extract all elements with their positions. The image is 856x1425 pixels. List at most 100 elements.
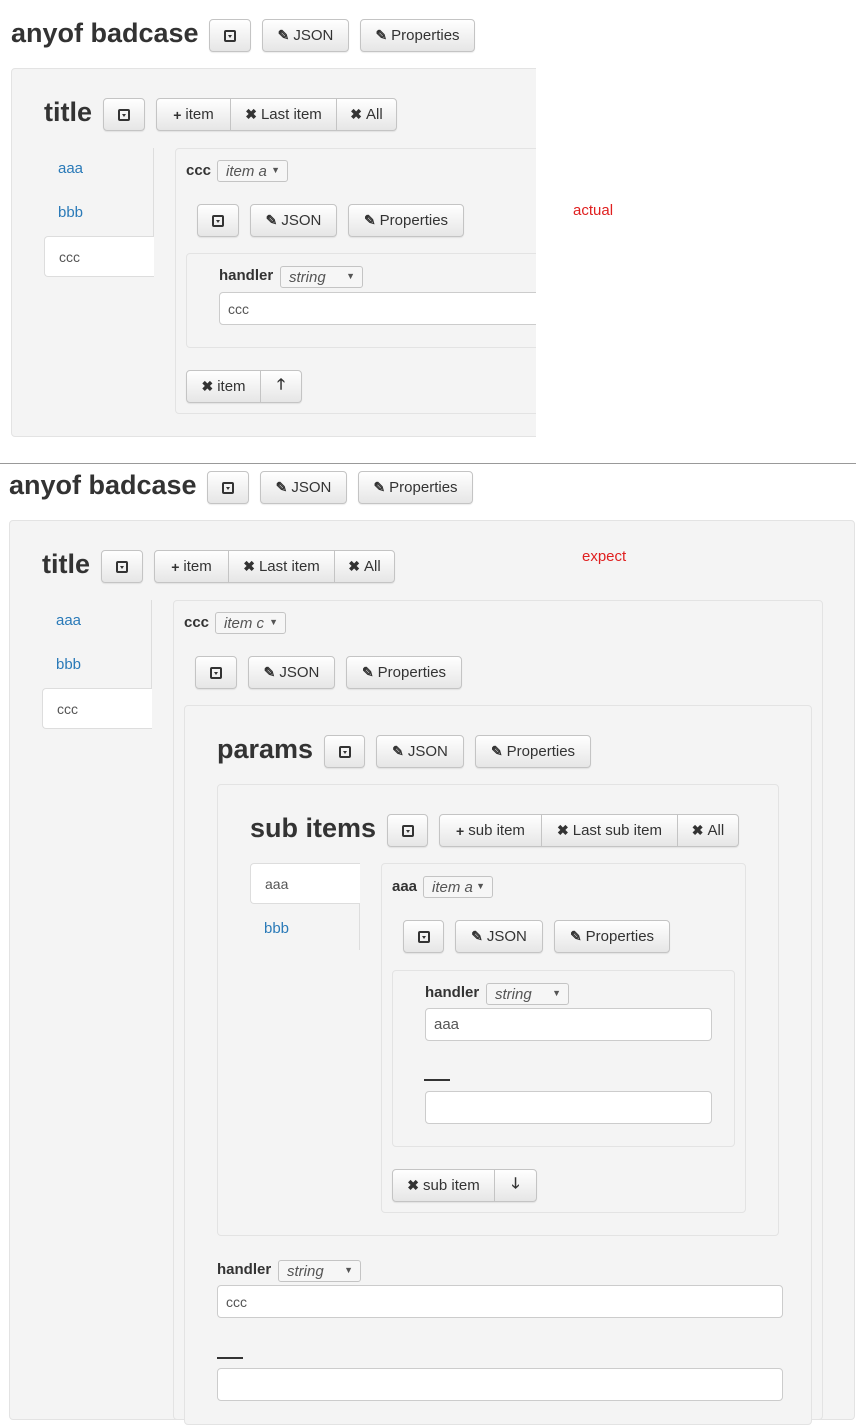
array-actions: + item ✖ Last item ✖ All bbox=[154, 550, 395, 583]
plus-icon: + bbox=[171, 558, 180, 575]
collapse-icon bbox=[401, 824, 414, 837]
caret-down-icon: ▼ bbox=[271, 165, 280, 175]
collapse-button[interactable] bbox=[209, 19, 251, 52]
json-button[interactable]: ✎ JSON bbox=[455, 920, 543, 953]
handler-input[interactable]: ccc bbox=[217, 1285, 783, 1318]
sub-item-type-select[interactable]: item a ▼ bbox=[423, 876, 493, 898]
tab-ccc[interactable]: ccc bbox=[44, 236, 154, 277]
close-icon: ✖ bbox=[201, 378, 214, 394]
sub-item-actions: ✖ sub item 🡓 bbox=[392, 1169, 537, 1202]
item-type-select[interactable]: item c ▼ bbox=[215, 612, 286, 634]
actual-note: actual bbox=[573, 202, 614, 219]
json-button[interactable]: ✎ JSON bbox=[262, 19, 349, 52]
remove-all-button[interactable]: ✖ All bbox=[678, 815, 738, 846]
remove-last-item-button[interactable]: ✖ Last item bbox=[231, 99, 337, 130]
tab-bbb[interactable]: bbb bbox=[58, 204, 83, 221]
properties-button[interactable]: ✎ Properties bbox=[358, 471, 473, 504]
caret-down-icon: ▼ bbox=[552, 988, 561, 998]
array-title: title bbox=[44, 97, 93, 127]
move-up-button[interactable]: 🡑 bbox=[261, 371, 301, 402]
delete-item-button[interactable]: ✖ item bbox=[187, 371, 261, 402]
add-sub-item-button[interactable]: + sub item bbox=[440, 815, 542, 846]
pencil-icon: ✎ bbox=[263, 664, 276, 680]
tab-ccc[interactable]: ccc bbox=[42, 688, 152, 729]
handler-type-select[interactable]: string ▼ bbox=[486, 983, 569, 1005]
handler-type-select[interactable]: string ▼ bbox=[278, 1260, 361, 1282]
handler-label: handler bbox=[217, 1261, 272, 1278]
pencil-icon: ✎ bbox=[375, 27, 388, 43]
remove-all-button[interactable]: ✖ All bbox=[335, 551, 394, 582]
item-type-select[interactable]: item a ▼ bbox=[217, 160, 288, 182]
collapse-button[interactable] bbox=[207, 471, 249, 504]
move-down-button[interactable]: 🡓 bbox=[495, 1170, 536, 1201]
tab-divider bbox=[359, 904, 360, 950]
pencil-icon: ✎ bbox=[265, 212, 278, 228]
collapse-button[interactable] bbox=[195, 656, 237, 689]
blank-field-label bbox=[424, 1079, 450, 1081]
collapse-button[interactable] bbox=[101, 550, 143, 583]
blank-field-input[interactable] bbox=[425, 1091, 712, 1124]
json-button[interactable]: ✎ JSON bbox=[248, 656, 335, 689]
close-icon: ✖ bbox=[691, 822, 704, 838]
tab-aaa[interactable]: aaa bbox=[58, 160, 83, 177]
array-title: title bbox=[42, 549, 91, 579]
properties-button[interactable]: ✎ Properties bbox=[360, 19, 475, 52]
pencil-icon: ✎ bbox=[363, 212, 376, 228]
add-item-button[interactable]: + item bbox=[155, 551, 229, 582]
caret-down-icon: ▼ bbox=[476, 881, 485, 891]
blank-field-label bbox=[217, 1357, 243, 1359]
properties-button[interactable]: ✎ Properties bbox=[475, 735, 591, 768]
page-title: anyof badcase bbox=[11, 18, 199, 48]
handler-type-select[interactable]: string ▼ bbox=[280, 266, 363, 288]
arrow-up-icon: 🡑 bbox=[277, 376, 285, 393]
properties-button[interactable]: ✎ Properties bbox=[554, 920, 670, 953]
plus-icon: + bbox=[173, 106, 182, 123]
sub-items-actions: + sub item ✖ Last sub item ✖ All bbox=[439, 814, 739, 847]
collapse-icon bbox=[118, 108, 130, 121]
close-icon: ✖ bbox=[407, 1177, 420, 1193]
collapse-icon bbox=[116, 560, 128, 573]
pencil-icon: ✎ bbox=[373, 479, 386, 495]
close-icon: ✖ bbox=[243, 558, 255, 574]
sub-tab-aaa[interactable]: aaa bbox=[250, 863, 360, 904]
collapse-icon bbox=[417, 930, 430, 943]
tab-divider bbox=[151, 600, 152, 688]
properties-button[interactable]: ✎ Properties bbox=[348, 204, 464, 237]
tab-bbb[interactable]: bbb bbox=[56, 656, 81, 673]
collapse-button[interactable] bbox=[197, 204, 239, 237]
collapse-button[interactable] bbox=[387, 814, 428, 847]
caret-down-icon: ▼ bbox=[344, 1265, 353, 1275]
pencil-icon: ✎ bbox=[392, 743, 404, 759]
add-item-button[interactable]: + item bbox=[157, 99, 231, 130]
caret-down-icon: ▼ bbox=[346, 271, 355, 281]
handler-input[interactable]: ccc bbox=[219, 292, 559, 325]
pencil-icon: ✎ bbox=[569, 928, 582, 944]
json-button[interactable]: ✎ JSON bbox=[376, 735, 464, 768]
collapse-icon bbox=[212, 214, 224, 227]
sub-tab-bbb[interactable]: bbb bbox=[264, 920, 289, 937]
item-label: ccc bbox=[184, 614, 210, 631]
properties-button[interactable]: ✎ Properties bbox=[346, 656, 462, 689]
tab-divider bbox=[153, 148, 154, 236]
delete-sub-item-button[interactable]: ✖ sub item bbox=[393, 1170, 495, 1201]
collapse-button[interactable] bbox=[324, 735, 365, 768]
json-button[interactable]: ✎ JSON bbox=[250, 204, 337, 237]
remove-all-button[interactable]: ✖ All bbox=[337, 99, 396, 130]
collapse-button[interactable] bbox=[403, 920, 444, 953]
close-icon: ✖ bbox=[245, 106, 257, 122]
remove-last-sub-item-button[interactable]: ✖ Last sub item bbox=[542, 815, 678, 846]
pencil-icon: ✎ bbox=[277, 27, 290, 43]
plus-icon: + bbox=[456, 822, 465, 839]
tab-aaa[interactable]: aaa bbox=[56, 612, 81, 629]
close-icon: ✖ bbox=[350, 106, 363, 122]
blank-field-input[interactable] bbox=[217, 1368, 783, 1401]
handler-input[interactable]: aaa bbox=[425, 1008, 712, 1041]
remove-last-item-button[interactable]: ✖ Last item bbox=[229, 551, 335, 582]
pencil-icon: ✎ bbox=[361, 664, 374, 680]
collapse-icon bbox=[222, 481, 234, 494]
crop-mask bbox=[536, 60, 856, 460]
collapse-button[interactable] bbox=[103, 98, 145, 131]
json-button[interactable]: ✎ JSON bbox=[260, 471, 347, 504]
page-title: anyof badcase bbox=[9, 470, 197, 500]
pencil-icon: ✎ bbox=[275, 479, 288, 495]
